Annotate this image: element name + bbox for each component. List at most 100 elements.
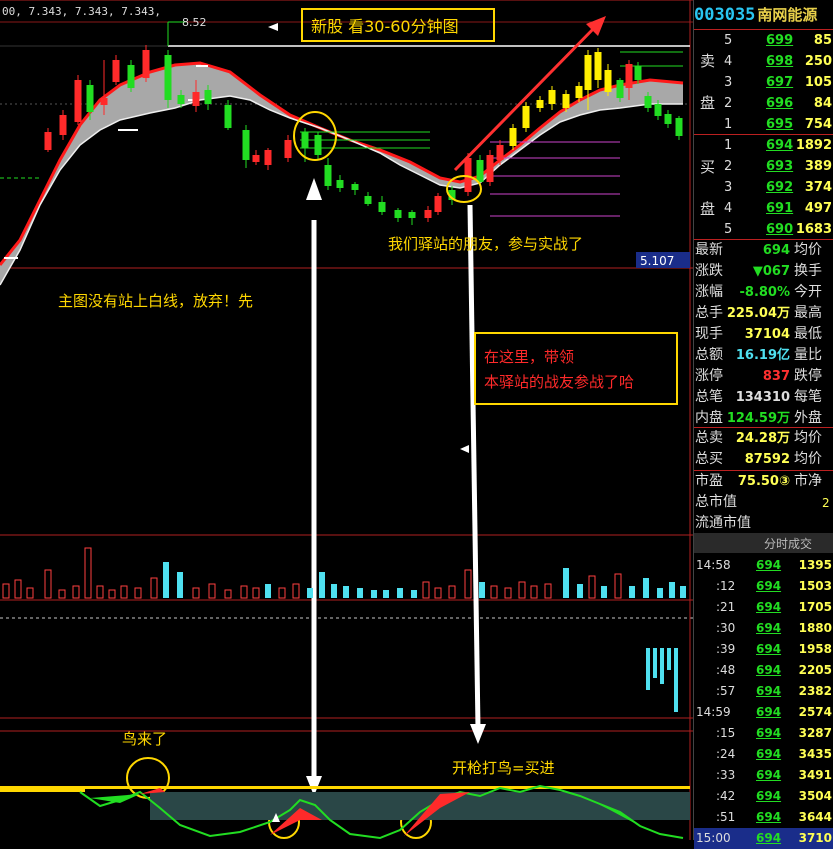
stat-value: 124.59万 bbox=[726, 411, 790, 426]
stat-label-2: 今开 bbox=[794, 284, 822, 300]
ask-price: 697 bbox=[766, 75, 794, 90]
stat-row: 现手 37104 最低 bbox=[694, 324, 833, 345]
volume-bar bbox=[397, 588, 403, 598]
tick-volume: 2382 bbox=[798, 684, 832, 698]
stat-row: 总手 225.04万 最高 bbox=[694, 303, 833, 324]
tick-price: 694 bbox=[756, 579, 782, 593]
bid-volume: 1683 bbox=[795, 222, 832, 237]
stat-label-2: 最低 bbox=[794, 326, 822, 342]
bid-row[interactable]: 2 693 389 bbox=[694, 156, 833, 177]
stat-row: 流通市值 bbox=[694, 513, 833, 534]
ask-price: 699 bbox=[766, 33, 794, 48]
stat-row: 总笔 134310 每笔 bbox=[694, 387, 833, 408]
stat-label: 最新 bbox=[695, 242, 723, 258]
tick-row: :39 694 1958 bbox=[694, 639, 833, 660]
ask-level: 4 bbox=[724, 54, 733, 69]
candle-body bbox=[252, 155, 260, 162]
bid-row[interactable]: 5 690 1683 bbox=[694, 219, 833, 240]
candle-body bbox=[476, 160, 484, 182]
stat-label-2: 换手 bbox=[794, 263, 822, 279]
bid-row[interactable]: 1 694 1892 bbox=[694, 135, 833, 156]
candle-body bbox=[351, 184, 359, 190]
volume-bar bbox=[563, 568, 569, 598]
stat-label: 涨停 bbox=[695, 368, 723, 384]
tick-row: :48 694 2205 bbox=[694, 660, 833, 681]
tick-volume: 3287 bbox=[798, 726, 832, 740]
candle-body bbox=[509, 128, 517, 146]
stat-label: 现手 bbox=[695, 326, 723, 342]
stat-label: 总笔 bbox=[695, 389, 723, 405]
candle-body bbox=[616, 80, 624, 98]
candle-body bbox=[575, 86, 583, 98]
stat-label: 涨跌 bbox=[695, 263, 723, 279]
candle-body bbox=[86, 85, 94, 112]
volume-bar bbox=[411, 590, 417, 598]
stat-row: 总市值 bbox=[694, 492, 833, 513]
indicator-readout: 00, 7.343, 7.343, 7.343, bbox=[2, 5, 161, 18]
candle-body bbox=[394, 210, 402, 218]
candle-body bbox=[284, 140, 292, 158]
stat-label: 总买 bbox=[695, 451, 723, 467]
tick-time: :12 bbox=[716, 579, 736, 593]
tick-volume: 1503 bbox=[798, 579, 832, 593]
tick-row: :33 694 3491 bbox=[694, 765, 833, 786]
candle-body bbox=[242, 130, 250, 160]
tick-time: :42 bbox=[716, 789, 736, 803]
candle-body bbox=[644, 96, 652, 108]
candle-body bbox=[100, 98, 108, 105]
volume-bar bbox=[629, 586, 635, 598]
ask-row[interactable]: 1 695 754 bbox=[694, 114, 833, 135]
annotation-friends-joined: 我们驿站的朋友，参与实战了 bbox=[388, 235, 584, 253]
volume-bar bbox=[163, 562, 169, 598]
candle-body bbox=[634, 66, 642, 80]
candle-body bbox=[301, 132, 309, 148]
bid-row[interactable]: 3 692 374 bbox=[694, 177, 833, 198]
banner-text: 新股 看30-60分钟图 bbox=[311, 17, 459, 36]
candle-body bbox=[408, 212, 416, 218]
ask-volume: 85 bbox=[813, 33, 832, 48]
stock-code: 003035 bbox=[694, 5, 756, 25]
bid-row[interactable]: 4 691 497 bbox=[694, 198, 833, 219]
ask-row[interactable]: 3 697 105 bbox=[694, 72, 833, 93]
volume-bar bbox=[371, 590, 377, 598]
tick-price: 694 bbox=[756, 558, 782, 572]
volume-bar bbox=[680, 586, 686, 598]
stat-value: 225.04万 bbox=[726, 306, 790, 321]
tick-row: :12 694 1503 bbox=[694, 576, 833, 597]
bid-level: 2 bbox=[724, 159, 733, 174]
candle-body bbox=[548, 90, 556, 104]
annotation-main-chart-note: 主图没有站上白线，放弃！先 bbox=[58, 292, 254, 310]
volume-bar bbox=[657, 588, 663, 598]
ask-level: 3 bbox=[724, 75, 733, 90]
bid-price: 694 bbox=[766, 138, 794, 153]
ask-row[interactable]: 2 696 84 bbox=[694, 93, 833, 114]
tick-time: :30 bbox=[716, 621, 736, 635]
tick-price: 694 bbox=[756, 642, 782, 656]
tick-price: 694 bbox=[756, 810, 782, 824]
right-price-tag: 5.107 bbox=[640, 254, 674, 268]
annotation-here-line1: 在这里，带领 bbox=[484, 348, 575, 366]
tick-row: :57 694 2382 bbox=[694, 681, 833, 702]
tick-time: 14:59 bbox=[696, 705, 731, 719]
volume-bar bbox=[319, 572, 325, 598]
tick-row: 14:58 694 1395 bbox=[694, 555, 833, 576]
stat-label: 总市值 bbox=[695, 494, 737, 510]
candle-body bbox=[424, 210, 432, 218]
ask-row[interactable]: 5 699 85 bbox=[694, 30, 833, 51]
ask-row[interactable]: 4 698 250 bbox=[694, 51, 833, 72]
kline-chart[interactable]: 00, 7.343, 7.343, 7.343, 8.52 5.107 bbox=[0, 0, 693, 840]
candle-body bbox=[675, 118, 683, 136]
candle-body bbox=[204, 90, 212, 104]
tick-row: :21 694 1705 bbox=[694, 597, 833, 618]
tick-price: 694 bbox=[756, 747, 782, 761]
annotation-shoot-bird: 开枪打鸟=买进 bbox=[452, 759, 555, 777]
tick-price: 694 bbox=[756, 768, 782, 782]
candle-body bbox=[536, 100, 544, 108]
peak-price-label: 8.52 bbox=[182, 16, 207, 29]
tick-volume: 3491 bbox=[798, 768, 832, 782]
bid-level: 3 bbox=[724, 180, 733, 195]
tick-row: :24 694 3435 bbox=[694, 744, 833, 765]
tick-time: 15:00 bbox=[696, 831, 731, 845]
stat-value: 134310 bbox=[735, 390, 790, 405]
tick-time: :24 bbox=[716, 747, 736, 761]
